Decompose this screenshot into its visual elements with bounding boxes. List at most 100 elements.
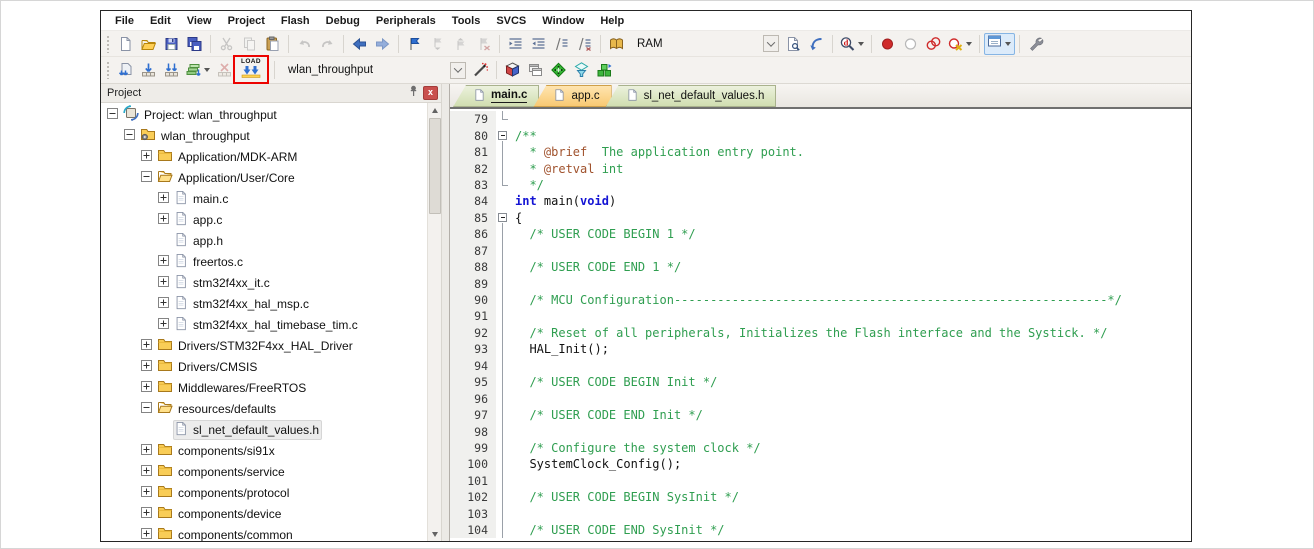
cut-button[interactable] — [215, 33, 238, 55]
batch-build-button[interactable] — [183, 59, 213, 81]
code-line-88[interactable]: 88 /* USER CODE END 1 */ — [450, 259, 1191, 275]
unindent-button[interactable] — [527, 33, 550, 55]
code-line-98[interactable]: 98 — [450, 423, 1191, 439]
file-extensions-button[interactable] — [501, 59, 524, 81]
expand-expander-icon[interactable] — [141, 444, 152, 458]
expand-expander-icon[interactable] — [158, 297, 169, 311]
previous-bookmark-button[interactable] — [426, 33, 449, 55]
tree-item-drivers-cmsis[interactable]: Drivers/CMSIS — [101, 356, 427, 377]
manage-project-items-button[interactable] — [524, 59, 547, 81]
tree-item-stm32f4xx-it-c[interactable]: stm32f4xx_it.c — [101, 272, 427, 293]
tree-item-components-common[interactable]: components/common — [101, 524, 427, 541]
code-line-81[interactable]: 81 * @brief The application entry point. — [450, 144, 1191, 160]
paste-button[interactable] — [261, 33, 284, 55]
code-line-79[interactable]: 79 — [450, 111, 1191, 127]
scrollbar-thumb[interactable] — [429, 118, 441, 214]
search-combobox[interactable]: RAM — [631, 34, 779, 53]
fold-collapse-icon[interactable] — [498, 213, 507, 222]
configure-button[interactable] — [1024, 33, 1047, 55]
comment-selection-button[interactable] — [550, 33, 573, 55]
tree-item-app-c[interactable]: app.c — [101, 209, 427, 230]
expand-expander-icon[interactable] — [158, 318, 169, 332]
search-dropdown-button[interactable] — [763, 35, 779, 52]
code-line-89[interactable]: 89 — [450, 275, 1191, 291]
menu-item-flash[interactable]: Flash — [273, 15, 318, 27]
pack-installer-button[interactable] — [593, 59, 616, 81]
insert-bookmark-button[interactable] — [403, 33, 426, 55]
tree-item-middlewares-freertos[interactable]: Middlewares/FreeRTOS — [101, 377, 427, 398]
expand-expander-icon[interactable] — [158, 255, 169, 269]
project-tree-scrollbar[interactable] — [427, 103, 441, 541]
tree-item-sl-net-default-values-h[interactable]: sl_net_default_values.h — [101, 419, 427, 440]
system-viewer-button[interactable] — [984, 33, 1015, 55]
tree-item-components-service[interactable]: components/service — [101, 461, 427, 482]
code-line-87[interactable]: 87 — [450, 243, 1191, 259]
collapse-expander-icon[interactable] — [141, 171, 152, 185]
tree-item-resources-defaults[interactable]: resources/defaults — [101, 398, 427, 419]
code-line-91[interactable]: 91 — [450, 308, 1191, 324]
pin-panel-button[interactable] — [406, 86, 421, 100]
navigate-back-button[interactable] — [348, 33, 371, 55]
code-line-102[interactable]: 102 /* USER CODE BEGIN SysInit */ — [450, 489, 1191, 505]
code-line-90[interactable]: 90 /* MCU Configuration-----------------… — [450, 292, 1191, 308]
lookup-document-button[interactable] — [782, 33, 805, 55]
collapse-expander-icon[interactable] — [141, 402, 152, 416]
search-input[interactable]: RAM — [631, 34, 763, 53]
open-file-button[interactable] — [137, 33, 160, 55]
target-select-combobox[interactable]: wlan_throughput — [282, 61, 466, 80]
code-line-95[interactable]: 95 /* USER CODE BEGIN Init */ — [450, 374, 1191, 390]
code-line-93[interactable]: 93 HAL_Init(); — [450, 341, 1191, 357]
rebuild-all-button[interactable] — [160, 59, 183, 81]
code-line-86[interactable]: 86 /* USER CODE BEGIN 1 */ — [450, 226, 1191, 242]
manage-runtime-environment-button[interactable] — [547, 59, 570, 81]
collapse-expander-icon[interactable] — [124, 129, 135, 143]
toolbar-grip[interactable] — [106, 35, 111, 53]
code-editor[interactable]: 7980/**81 * @brief The application entry… — [450, 109, 1191, 541]
expand-expander-icon[interactable] — [158, 276, 169, 290]
tree-item-application-user-core[interactable]: Application/User/Core — [101, 167, 427, 188]
expand-expander-icon[interactable] — [141, 150, 152, 164]
tree-item-stm32f4xx-hal-msp-c[interactable]: stm32f4xx_hal_msp.c — [101, 293, 427, 314]
menu-item-tools[interactable]: Tools — [444, 15, 489, 27]
tree-item-freertos-c[interactable]: freertos.c — [101, 251, 427, 272]
tab-main-c[interactable]: main.c — [453, 85, 539, 107]
new-file-button[interactable] — [114, 33, 137, 55]
clear-bookmarks-button[interactable] — [472, 33, 495, 55]
menu-item-help[interactable]: Help — [592, 15, 632, 27]
expand-expander-icon[interactable] — [158, 192, 169, 206]
code-line-101[interactable]: 101 — [450, 473, 1191, 489]
code-line-103[interactable]: 103 — [450, 506, 1191, 522]
find-in-files-books-button[interactable] — [605, 33, 628, 55]
start-stop-debug-button[interactable]: d — [837, 33, 867, 55]
code-line-92[interactable]: 92 /* Reset of all peripherals, Initiali… — [450, 325, 1191, 341]
panel-splitter[interactable] — [442, 84, 449, 541]
scroll-up-button[interactable] — [428, 103, 441, 117]
enable-disable-breakpoint-button[interactable] — [899, 33, 922, 55]
tab-sl-net-default-values-h[interactable]: sl_net_default_values.h — [606, 85, 777, 107]
code-line-83[interactable]: 83 */ — [450, 177, 1191, 193]
tree-item-components-protocol[interactable]: components/protocol — [101, 482, 427, 503]
expand-expander-icon[interactable] — [141, 339, 152, 353]
tree-item-application-mdk-arm[interactable]: Application/MDK-ARM — [101, 146, 427, 167]
menu-item-window[interactable]: Window — [534, 15, 592, 27]
menu-item-file[interactable]: File — [107, 15, 142, 27]
expand-expander-icon[interactable] — [141, 507, 152, 521]
menu-item-project[interactable]: Project — [220, 15, 273, 27]
tree-item-project-wlan-throughput[interactable]: Project: wlan_throughput — [101, 104, 427, 125]
disable-all-breakpoints-button[interactable] — [922, 33, 945, 55]
tree-item-components-device[interactable]: components/device — [101, 503, 427, 524]
select-software-packs-button[interactable] — [570, 59, 593, 81]
expand-expander-icon[interactable] — [141, 486, 152, 500]
copy-button[interactable] — [238, 33, 261, 55]
fold-collapse-icon[interactable] — [498, 131, 507, 140]
stop-build-button[interactable] — [213, 59, 236, 81]
expand-expander-icon[interactable] — [141, 528, 152, 542]
menu-item-debug[interactable]: Debug — [318, 15, 368, 27]
expand-expander-icon[interactable] — [141, 465, 152, 479]
tree-item-main-c[interactable]: main.c — [101, 188, 427, 209]
kill-all-breakpoints-button[interactable] — [945, 33, 975, 55]
navigate-forward-button[interactable] — [371, 33, 394, 55]
code-line-99[interactable]: 99 /* Configure the system clock */ — [450, 440, 1191, 456]
menu-item-edit[interactable]: Edit — [142, 15, 179, 27]
indent-button[interactable] — [504, 33, 527, 55]
